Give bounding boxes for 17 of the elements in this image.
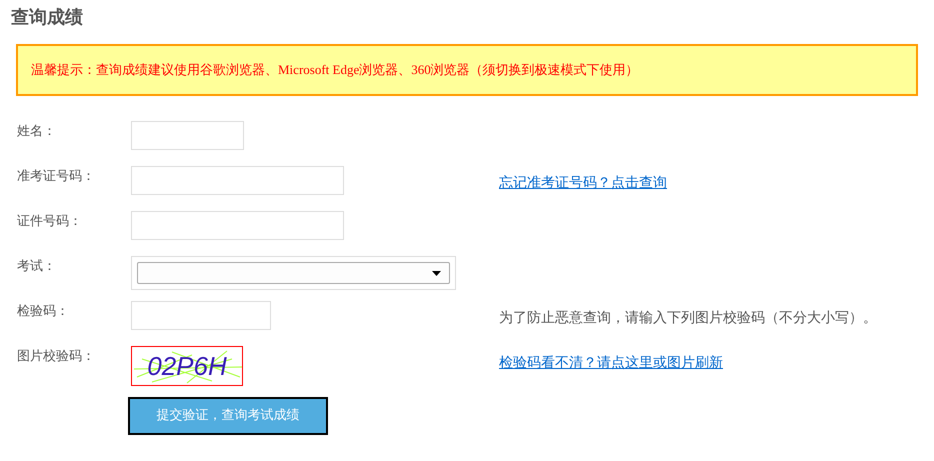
dropdown-caret-icon: [432, 270, 441, 276]
text-input[interactable]: [131, 121, 244, 150]
text-input[interactable]: [131, 211, 344, 240]
field-label: 检验码：: [17, 303, 70, 321]
field-label: 姓名：: [17, 123, 57, 141]
field-label: 考试：: [17, 258, 57, 276]
help-link[interactable]: 检验码看不清？请点这里或图片刷新: [499, 355, 723, 371]
field-label: 图片校验码：: [17, 348, 96, 366]
help-link[interactable]: 忘记准考证号码？点击查询: [499, 175, 667, 191]
notice-text: 温馨提示：查询成绩建议使用谷歌浏览器、Microsoft Edge浏览器、360浏览器（须切换到极速模式下使用）: [31, 61, 639, 80]
text-input[interactable]: [131, 166, 344, 195]
hint-text: 为了防止恶意查询，请输入下列图片校验码（不分大小写）。: [499, 310, 877, 326]
text-input[interactable]: [131, 301, 271, 330]
field-label: 准考证号码：: [17, 168, 96, 186]
field-label: 证件号码：: [17, 213, 83, 231]
exam-select[interactable]: [131, 256, 456, 290]
page-title: 查询成绩: [11, 6, 83, 30]
